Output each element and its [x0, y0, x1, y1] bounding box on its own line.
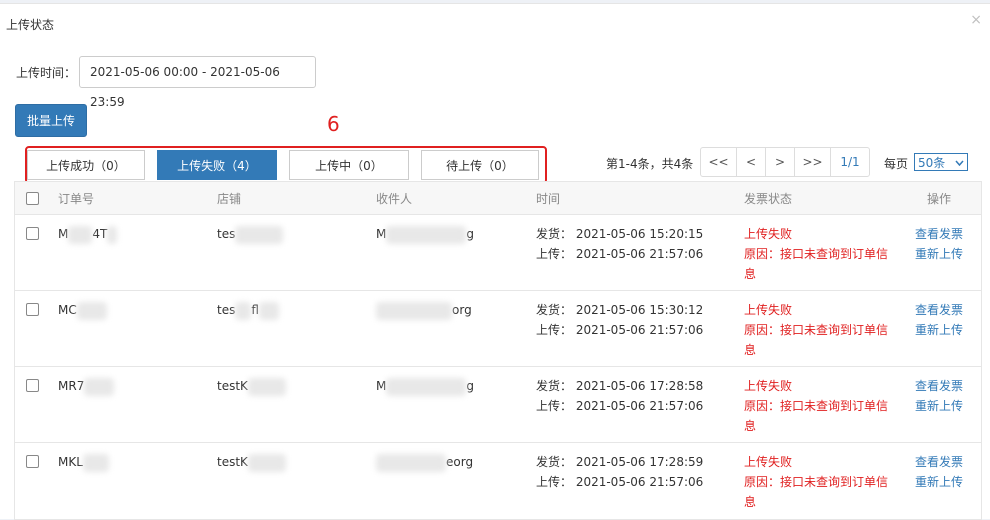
col-action: 操作 — [927, 191, 952, 206]
per-page-label: 每页 — [884, 157, 909, 171]
order-number: M 4T — [58, 224, 118, 244]
action-cell: 查看发票 重新上传 — [915, 452, 963, 492]
failure-reason-cont: 息 — [744, 495, 757, 509]
tab-upload-failed[interactable]: 上传失败（4） — [157, 150, 277, 180]
col-invoice-status: 发票状态 — [744, 191, 793, 206]
col-order-no: 订单号 — [58, 191, 95, 206]
col-shop: 店铺 — [217, 191, 242, 206]
ship-time: 发货： 2021-05-06 17:28:58 — [536, 379, 704, 393]
action-cell: 查看发票 重新上传 — [915, 376, 963, 416]
time-cell: 发货： 2021-05-06 17:28:59 上传： 2021-05-06 2… — [536, 452, 703, 492]
receiver-name: org — [376, 300, 472, 320]
chevron-down-icon — [955, 155, 964, 169]
next-page-button[interactable]: > — [766, 148, 795, 176]
receiver-name: eorg — [376, 452, 473, 472]
failure-reason-cont: 息 — [744, 419, 757, 433]
invoice-status-cell: 上传失败 原因：接口未查询到订单信 息 — [744, 300, 888, 360]
shop-name: testK — [217, 376, 286, 396]
select-all-checkbox[interactable] — [26, 192, 39, 205]
tab-upload-success[interactable]: 上传成功（0） — [27, 150, 145, 180]
pagination: << < > >> 1/1 — [700, 147, 870, 177]
table-row: M 4T tes Mg 发货： 2021-05-06 15:20:15 上传： 2… — [15, 215, 981, 291]
col-receiver: 收件人 — [376, 191, 413, 206]
shop-name: tes — [217, 224, 284, 244]
prev-page-button[interactable]: < — [737, 148, 766, 176]
reupload-link[interactable]: 重新上传 — [915, 472, 963, 492]
upload-time: 上传： 2021-05-06 21:57:06 — [536, 247, 704, 261]
upload-time: 上传： 2021-05-06 21:57:06 — [536, 399, 704, 413]
receiver-name: Mg — [376, 376, 474, 396]
shop-name: testK — [217, 452, 286, 472]
action-cell: 查看发票 重新上传 — [915, 300, 963, 340]
table-row: MR7 testK Mg 发货： 2021-05-06 17:28:58 上传：… — [15, 367, 981, 443]
order-number: MKL — [58, 452, 109, 472]
first-page-button[interactable]: << — [701, 148, 737, 176]
time-cell: 发货： 2021-05-06 17:28:58 上传： 2021-05-06 2… — [536, 376, 703, 416]
pager-info: 第1-4条，共4条 — [606, 157, 694, 171]
reupload-link[interactable]: 重新上传 — [915, 396, 963, 416]
page-indicator[interactable]: 1/1 — [831, 148, 869, 176]
upload-time: 上传： 2021-05-06 21:57:06 — [536, 475, 704, 489]
order-number: MR7 — [58, 376, 115, 396]
batch-upload-button[interactable]: 批量上传 — [15, 104, 87, 137]
time-cell: 发货： 2021-05-06 15:20:15 上传： 2021-05-06 2… — [536, 224, 703, 264]
row-checkbox[interactable] — [26, 455, 39, 468]
receiver-name: Mg — [376, 224, 474, 244]
status-text: 上传失败 — [744, 227, 793, 241]
status-tabs: 上传成功（0） 上传失败（4） 上传中（0） 待上传（0） — [27, 150, 539, 180]
invoice-status-cell: 上传失败 原因：接口未查询到订单信 息 — [744, 376, 888, 436]
table-header: 订单号 店铺 收件人 时间 发票状态 操作 — [15, 182, 981, 215]
failure-reason-cont: 息 — [744, 343, 757, 357]
ship-time: 发货： 2021-05-06 15:20:15 — [536, 227, 704, 241]
close-icon[interactable]: × — [970, 12, 982, 28]
status-text: 上传失败 — [744, 303, 793, 317]
dialog-title: 上传状态 — [6, 18, 55, 32]
row-checkbox[interactable] — [26, 303, 39, 316]
upload-time-label: 上传时间： — [16, 66, 77, 80]
failure-reason: 原因：接口未查询到订单信 — [744, 247, 889, 261]
failure-reason: 原因：接口未查询到订单信 — [744, 399, 889, 413]
row-checkbox[interactable] — [26, 227, 39, 240]
order-number: MC — [58, 300, 107, 320]
per-page-value: 50条 — [918, 155, 946, 170]
failure-reason: 原因：接口未查询到订单信 — [744, 475, 889, 489]
ship-time: 发货： 2021-05-06 17:28:59 — [536, 455, 704, 469]
view-invoice-link[interactable]: 查看发票 — [915, 224, 963, 244]
table-row: MC tes fl org 发货： 2021-05-06 15:30:12 上传：… — [15, 291, 981, 367]
table-row: MKL testK eorg 发货： 2021-05-06 17:28:59 上… — [15, 443, 981, 519]
shop-name: tes fl — [217, 300, 279, 320]
time-cell: 发货： 2021-05-06 15:30:12 上传： 2021-05-06 2… — [536, 300, 703, 340]
upload-status-dialog: 上传状态 × 上传时间： 2021-05-06 00:00 - 2021-05-… — [0, 3, 990, 520]
orders-table: 订单号 店铺 收件人 时间 发票状态 操作 M 4T tes Mg 发货： 202… — [14, 181, 982, 520]
invoice-status-cell: 上传失败 原因：接口未查询到订单信 息 — [744, 452, 888, 512]
action-cell: 查看发票 重新上传 — [915, 224, 963, 264]
view-invoice-link[interactable]: 查看发票 — [915, 452, 963, 472]
view-invoice-link[interactable]: 查看发票 — [915, 300, 963, 320]
failure-reason: 原因：接口未查询到订单信 — [744, 323, 889, 337]
upload-time: 上传： 2021-05-06 21:57:06 — [536, 323, 704, 337]
view-invoice-link[interactable]: 查看发票 — [915, 376, 963, 396]
reupload-link[interactable]: 重新上传 — [915, 244, 963, 264]
per-page-select[interactable]: 50条 — [914, 153, 968, 171]
last-page-button[interactable]: >> — [795, 148, 831, 176]
col-time: 时间 — [536, 191, 561, 206]
reupload-link[interactable]: 重新上传 — [915, 320, 963, 340]
failure-reason-cont: 息 — [744, 267, 757, 281]
tab-pending-upload[interactable]: 待上传（0） — [421, 150, 539, 180]
status-text: 上传失败 — [744, 455, 793, 469]
tab-uploading[interactable]: 上传中（0） — [289, 150, 409, 180]
status-text: 上传失败 — [744, 379, 793, 393]
invoice-status-cell: 上传失败 原因：接口未查询到订单信 息 — [744, 224, 888, 284]
upload-time-range-input[interactable]: 2021-05-06 00:00 - 2021-05-06 23:59 — [79, 56, 316, 109]
annotation-number: 6 — [327, 112, 340, 136]
row-checkbox[interactable] — [26, 379, 39, 392]
ship-time: 发货： 2021-05-06 15:30:12 — [536, 303, 704, 317]
